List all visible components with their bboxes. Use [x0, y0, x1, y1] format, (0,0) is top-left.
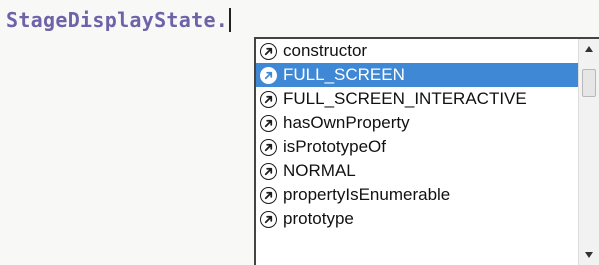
scroll-down-arrow-icon[interactable]	[579, 247, 599, 263]
scroll-up-arrow-icon[interactable]	[579, 41, 599, 57]
completion-item-label: NORMAL	[283, 161, 356, 180]
completion-list[interactable]: constructor FULL_SCREEN FULL_SCREEN_INTE…	[256, 39, 578, 265]
completion-item-has-own-property[interactable]: hasOwnProperty	[256, 111, 578, 135]
completion-item-label: hasOwnProperty	[283, 113, 410, 132]
completion-item-full-screen-interactive[interactable]: FULL_SCREEN_INTERACTIVE	[256, 87, 578, 111]
vertical-scrollbar[interactable]	[578, 39, 599, 265]
completion-item-label: constructor	[283, 41, 368, 60]
completion-item-is-prototype-of[interactable]: isPrototypeOf	[256, 135, 578, 159]
property-icon	[260, 210, 277, 228]
property-icon	[260, 90, 277, 108]
code-completion-popup[interactable]: constructor FULL_SCREEN FULL_SCREEN_INTE…	[254, 37, 599, 265]
completion-item-prototype[interactable]: prototype	[256, 207, 578, 231]
completion-item-full-screen[interactable]: FULL_SCREEN	[256, 63, 578, 87]
property-icon	[260, 42, 277, 60]
property-icon	[260, 162, 277, 180]
completion-item-property-is-enumerable[interactable]: propertyIsEnumerable	[256, 183, 578, 207]
completion-item-normal[interactable]: NORMAL	[256, 159, 578, 183]
property-icon	[260, 186, 277, 204]
code-line[interactable]: StageDisplayState.	[6, 8, 232, 32]
code-editor[interactable]: StageDisplayState. constructor FULL_SCRE…	[0, 0, 599, 265]
completion-item-label: FULL_SCREEN_INTERACTIVE	[283, 89, 527, 108]
completion-item-label: prototype	[283, 209, 354, 228]
completion-item-label: isPrototypeOf	[283, 137, 386, 156]
property-icon	[260, 138, 277, 156]
completion-item-constructor[interactable]: constructor	[256, 39, 578, 63]
text-cursor	[229, 8, 232, 32]
property-icon	[260, 66, 277, 84]
code-text: StageDisplayState.	[6, 8, 229, 32]
scrollbar-thumb[interactable]	[582, 69, 596, 97]
completion-item-label: propertyIsEnumerable	[283, 185, 451, 204]
completion-item-label: FULL_SCREEN	[283, 65, 405, 84]
property-icon	[260, 114, 277, 132]
